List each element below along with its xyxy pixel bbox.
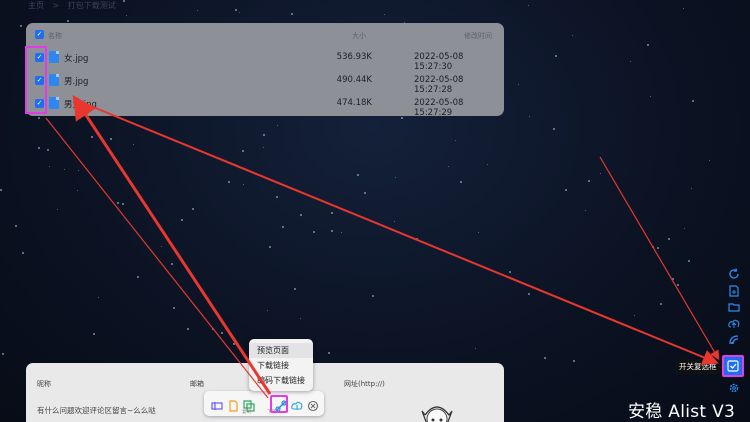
file-icon[interactable] xyxy=(227,397,239,412)
watermark-text: 安稳 Alist V3 xyxy=(628,402,736,422)
right-sidebar xyxy=(725,265,743,348)
file-name[interactable]: 男女.jpg xyxy=(64,98,97,110)
upload-icon[interactable] xyxy=(728,315,740,328)
file-name[interactable]: 女.jpg xyxy=(64,52,88,64)
file-list-header: ✓ 名称 大小 修改时间 xyxy=(26,23,504,46)
header-name[interactable]: 名称 xyxy=(48,31,62,41)
cloud-icon[interactable] xyxy=(291,397,303,410)
selection-toolbar: 复制 下载 xyxy=(204,391,324,416)
image-file-icon xyxy=(49,74,59,86)
new-folder-icon[interactable] xyxy=(728,298,740,312)
checkbox-square-icon xyxy=(727,360,739,372)
file-size: 490.44K xyxy=(336,75,372,85)
file-list-panel: ✓ 名称 大小 修改时间 ✓ 女.jpg 536.93K 2022-05-08 … xyxy=(26,23,504,116)
file-row[interactable]: ✓ 女.jpg 536.93K 2022-05-08 15:27:30 xyxy=(26,46,504,72)
aria2-icon[interactable] xyxy=(728,331,740,345)
comment-input[interactable]: 有什么问题欢迎评论区留言~么么哒 xyxy=(37,405,156,416)
menu-item-download-link[interactable]: 下载链接 xyxy=(249,358,313,373)
image-file-icon xyxy=(49,97,59,109)
image-file-icon xyxy=(49,51,59,63)
multi-select-tooltip: 开关复选框 xyxy=(676,359,720,374)
file-name[interactable]: 男.jpg xyxy=(64,75,88,87)
new-file-icon[interactable] xyxy=(728,282,740,297)
download-context-menu: 预览页面 下载链接 编码下载链接 xyxy=(249,339,313,391)
checkbox-highlight-box xyxy=(25,46,47,114)
rename-icon[interactable] xyxy=(211,397,223,410)
select-all-checkbox[interactable]: ✓ xyxy=(35,30,44,39)
nickname-label[interactable]: 昵称 xyxy=(37,379,51,389)
menu-item-preview[interactable]: 预览页面 xyxy=(249,343,313,358)
breadcrumb-separator: > xyxy=(52,1,60,10)
website-label[interactable]: 网址(http://) xyxy=(344,379,385,389)
email-label[interactable]: 邮箱 xyxy=(190,379,204,389)
file-size: 536.93K xyxy=(336,52,372,62)
breadcrumb-current[interactable]: 打包下载测试 xyxy=(68,1,116,10)
close-icon[interactable] xyxy=(307,397,319,412)
link-button-highlight xyxy=(270,395,288,413)
refresh-icon[interactable] xyxy=(728,265,740,279)
copy-sub-label: 复制 xyxy=(242,410,251,415)
anime-avatar-icon xyxy=(421,406,453,422)
header-time[interactable]: 修改时间 xyxy=(464,31,492,41)
file-size: 474.18K xyxy=(336,98,372,108)
file-time: 2022-05-08 15:27:29 xyxy=(414,98,464,116)
breadcrumb: 主页 > 打包下载测试 xyxy=(28,0,122,11)
file-row[interactable]: ✓ 男女.jpg 474.18K 2022-05-08 15:27:29 xyxy=(26,92,504,116)
multi-select-toggle-button[interactable] xyxy=(722,355,744,377)
breadcrumb-home[interactable]: 主页 xyxy=(28,1,44,10)
header-size[interactable]: 大小 xyxy=(352,31,366,41)
copy-icon[interactable] xyxy=(243,397,255,412)
settings-icon[interactable] xyxy=(728,379,740,393)
file-row[interactable]: ✓ 男.jpg 490.44K 2022-05-08 15:27:28 xyxy=(26,69,504,95)
menu-item-encoded-download-link[interactable]: 编码下载链接 xyxy=(249,373,313,388)
